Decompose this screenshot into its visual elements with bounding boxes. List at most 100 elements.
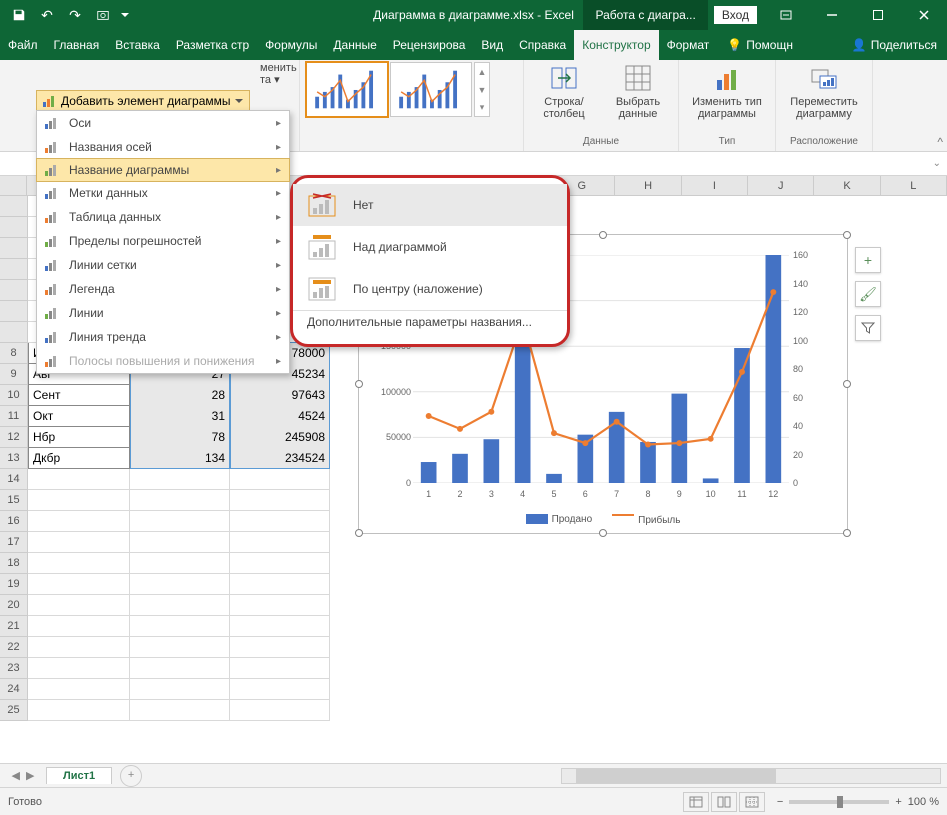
- dropdown-item[interactable]: Название диаграммы▸: [36, 158, 290, 182]
- sheet-tab-active[interactable]: Лист1: [46, 767, 112, 784]
- change-chart-type-button[interactable]: Изменить тип диаграммы: [685, 62, 769, 120]
- row-header[interactable]: 12: [0, 427, 28, 448]
- row-header[interactable]: 13: [0, 448, 28, 469]
- row-header[interactable]: 24: [0, 679, 28, 700]
- status-bar: Готово − + 100 %: [0, 787, 947, 815]
- dropdown-item[interactable]: Линия тренда▸: [37, 325, 289, 349]
- tab-help[interactable]: Справка: [511, 30, 574, 60]
- horizontal-scrollbar[interactable]: [561, 768, 941, 784]
- zoom-out-icon[interactable]: −: [777, 796, 783, 808]
- status-text: Готово: [8, 796, 42, 808]
- view-normal-icon[interactable]: [683, 792, 709, 812]
- title-center-overlay[interactable]: По центру (наложение): [293, 268, 567, 310]
- y-axis-right: 020406080100120140160: [791, 255, 825, 483]
- row-header[interactable]: 10: [0, 385, 28, 406]
- quick-access-toolbar: [0, 2, 138, 28]
- tell-me[interactable]: 💡Помощн: [717, 30, 803, 60]
- title-none[interactable]: Нет: [293, 184, 567, 226]
- dropdown-item[interactable]: Линии сетки▸: [37, 253, 289, 277]
- login-button[interactable]: Вход: [714, 6, 757, 24]
- tab-format[interactable]: Формат: [659, 30, 718, 60]
- view-pagebreak-icon[interactable]: [739, 792, 765, 812]
- col-header[interactable]: L: [881, 176, 947, 196]
- add-chart-element-button[interactable]: Добавить элемент диаграммы: [36, 90, 250, 112]
- style-thumb-2[interactable]: [390, 62, 472, 117]
- chart-filters-button[interactable]: [855, 315, 881, 341]
- row-header[interactable]: 19: [0, 574, 28, 595]
- select-data-button[interactable]: Выбрать данные: [604, 62, 672, 120]
- view-layout-icon[interactable]: [711, 792, 737, 812]
- zoom-control[interactable]: − + 100 %: [777, 796, 939, 808]
- dropdown-item[interactable]: Таблица данных▸: [37, 205, 289, 229]
- close-icon[interactable]: [901, 0, 947, 30]
- dropdown-item[interactable]: Линии▸: [37, 301, 289, 325]
- zoom-in-icon[interactable]: +: [895, 796, 901, 808]
- tab-insert[interactable]: Вставка: [107, 30, 168, 60]
- gallery-scroll[interactable]: ▲▼▾: [474, 62, 490, 117]
- title-more-options[interactable]: Дополнительные параметры названия...: [293, 310, 567, 338]
- row-header[interactable]: 16: [0, 511, 28, 532]
- row-header[interactable]: 9: [0, 364, 28, 385]
- row-header[interactable]: 22: [0, 637, 28, 658]
- save-icon[interactable]: [6, 2, 32, 28]
- title-bar: Диаграмма в диаграмме.xlsx - Excel Работ…: [0, 0, 947, 30]
- title-above-icon: [307, 232, 337, 262]
- row-header[interactable]: 8: [0, 343, 28, 364]
- style-thumb-1[interactable]: [306, 62, 388, 117]
- chart-elements-button[interactable]: +: [855, 247, 881, 273]
- title-above[interactable]: Над диаграммой: [293, 226, 567, 268]
- col-header[interactable]: K: [814, 176, 880, 196]
- bulb-icon: 💡: [727, 38, 742, 52]
- add-sheet-button[interactable]: +: [120, 765, 142, 787]
- dropdown-item[interactable]: Названия осей▸: [37, 135, 289, 159]
- dropdown-item[interactable]: Пределы погрешностей▸: [37, 229, 289, 253]
- switch-row-col-button[interactable]: Строка/ столбец: [530, 62, 598, 120]
- chart-legend[interactable]: Продано Прибыль: [359, 514, 847, 527]
- tab-review[interactable]: Рецензирова: [385, 30, 474, 60]
- move-chart-button[interactable]: Переместить диаграмму: [782, 62, 866, 120]
- row-header[interactable]: 21: [0, 616, 28, 637]
- col-header[interactable]: J: [748, 176, 814, 196]
- undo-icon[interactable]: [34, 2, 60, 28]
- camera-icon[interactable]: [90, 2, 116, 28]
- share-button[interactable]: 👤Поделиться: [842, 30, 947, 60]
- chart-styles-button[interactable]: 🖌: [855, 281, 881, 307]
- qat-dropdown-icon[interactable]: [118, 2, 132, 28]
- tab-design[interactable]: Конструктор: [574, 30, 658, 60]
- row-header[interactable]: 17: [0, 532, 28, 553]
- ribbon-display-icon[interactable]: [763, 0, 809, 30]
- maximize-icon[interactable]: [855, 0, 901, 30]
- minimize-icon[interactable]: [809, 0, 855, 30]
- zoom-slider[interactable]: [789, 800, 889, 804]
- tab-data[interactable]: Данные: [325, 30, 384, 60]
- tab-nav[interactable]: ◀▶: [0, 769, 46, 782]
- dropdown-item[interactable]: Оси▸: [37, 111, 289, 135]
- quick-layout-partial[interactable]: менить та ▾: [260, 62, 293, 86]
- row-header[interactable]: 18: [0, 553, 28, 574]
- select-all-corner[interactable]: [0, 176, 27, 196]
- chart-styles-gallery[interactable]: ▲▼▾: [306, 62, 517, 117]
- row-header[interactable]: 11: [0, 406, 28, 427]
- tab-layout[interactable]: Разметка стр: [168, 30, 257, 60]
- add-element-dropdown: Оси▸Названия осей▸Название диаграммы▸Мет…: [36, 110, 290, 374]
- collapse-ribbon-icon[interactable]: ^: [937, 135, 943, 149]
- tab-view[interactable]: Вид: [473, 30, 511, 60]
- row-header[interactable]: 20: [0, 595, 28, 616]
- row-header[interactable]: 23: [0, 658, 28, 679]
- row-headers: 8910111213141516171819202122232425: [0, 196, 28, 721]
- tab-file[interactable]: Файл: [0, 30, 46, 60]
- col-header[interactable]: I: [682, 176, 748, 196]
- tab-home[interactable]: Главная: [46, 30, 108, 60]
- col-header[interactable]: H: [615, 176, 681, 196]
- row-header[interactable]: 14: [0, 469, 28, 490]
- x-axis: 123456789101112: [413, 489, 789, 503]
- row-header[interactable]: 25: [0, 700, 28, 721]
- dropdown-item[interactable]: Легенда▸: [37, 277, 289, 301]
- redo-icon[interactable]: [62, 2, 88, 28]
- formula-expand-icon[interactable]: ⌄: [933, 158, 941, 169]
- dropdown-item[interactable]: Метки данных▸: [37, 181, 289, 205]
- zoom-level: 100 %: [908, 796, 939, 808]
- tab-formulas[interactable]: Формулы: [257, 30, 325, 60]
- row-header[interactable]: 15: [0, 490, 28, 511]
- context-tab-label: Работа с диагра...: [583, 0, 707, 30]
